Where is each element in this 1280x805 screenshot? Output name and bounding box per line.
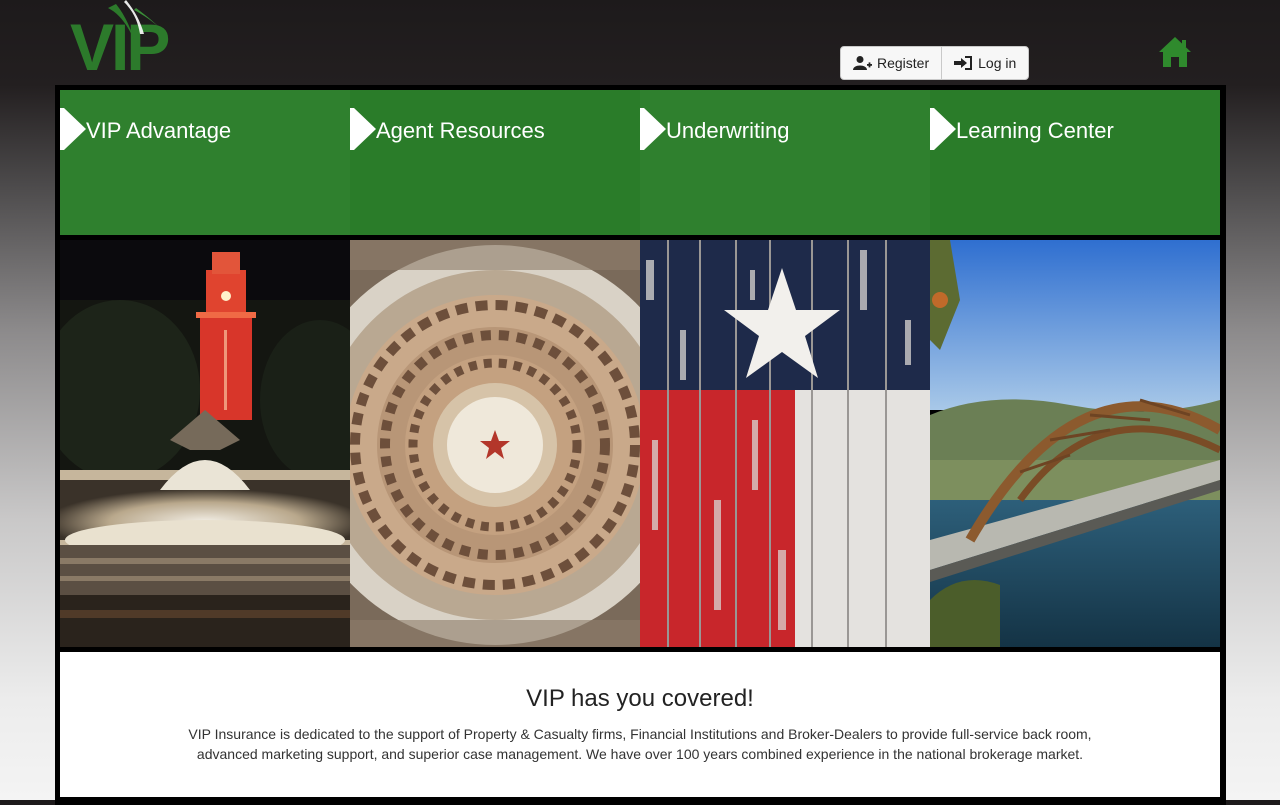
- logo-text: VIP: [70, 10, 168, 78]
- add-user-icon: [853, 56, 872, 70]
- nav-tile-underwriting[interactable]: Underwriting: [640, 90, 930, 235]
- main-navigation: VIP Advantage Agent Resources Underwriti…: [60, 90, 1220, 235]
- auth-button-group: Register Log in: [840, 46, 1030, 80]
- vip-logo[interactable]: VIP: [68, 0, 208, 84]
- main-frame: VIP Advantage Agent Resources Underwriti…: [55, 85, 1226, 805]
- nav-tile-learning-center[interactable]: Learning Center: [930, 90, 1220, 235]
- arrow-right-icon: [930, 108, 956, 150]
- login-button[interactable]: Log in: [941, 47, 1028, 79]
- nav-label: Underwriting: [666, 118, 790, 143]
- intro-section: VIP has you covered! VIP Insurance is de…: [60, 652, 1220, 797]
- nav-label: VIP Advantage: [86, 118, 232, 143]
- sign-in-icon: [954, 56, 973, 70]
- nav-label: Agent Resources: [376, 118, 545, 143]
- nav-tile-vip-advantage[interactable]: VIP Advantage: [60, 90, 350, 235]
- photo-strip: [60, 240, 1220, 647]
- login-label: Log in: [978, 55, 1017, 71]
- home-icon[interactable]: [1157, 35, 1193, 69]
- texas-flag-image: [640, 240, 930, 647]
- register-label: Register: [877, 55, 930, 71]
- ut-tower-fountain-image: [60, 240, 350, 647]
- arrow-right-icon: [60, 108, 86, 150]
- pennybacker-bridge-image: [930, 240, 1220, 647]
- intro-text: VIP Insurance is dedicated to the suppor…: [188, 726, 1092, 762]
- arrow-right-icon: [350, 108, 376, 150]
- capitol-dome-image: [350, 240, 640, 647]
- nav-tile-agent-resources[interactable]: Agent Resources: [350, 90, 640, 235]
- nav-label: Learning Center: [956, 118, 1114, 143]
- register-button[interactable]: Register: [841, 47, 941, 79]
- arrow-right-icon: [640, 108, 666, 150]
- intro-title: VIP has you covered!: [526, 685, 754, 712]
